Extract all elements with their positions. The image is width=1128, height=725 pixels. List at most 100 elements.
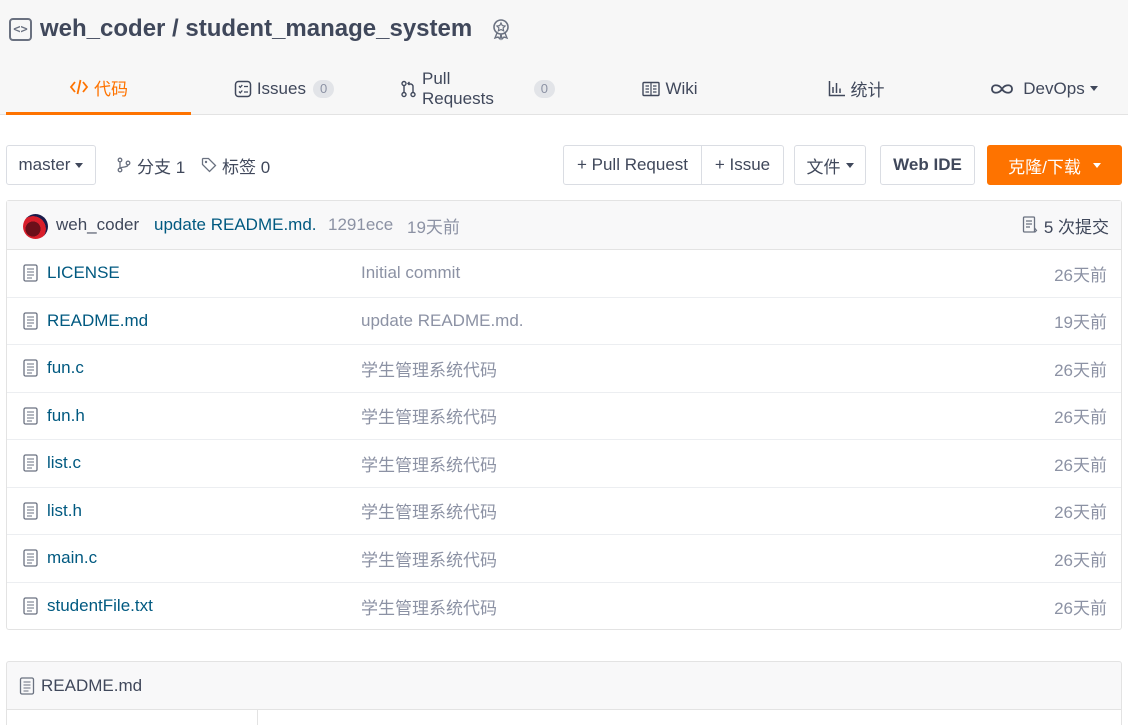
table-row: studentFile.txt 学生管理系统代码 26天前 xyxy=(7,583,1121,631)
file-icon xyxy=(23,406,38,430)
tab-issues-label: Issues xyxy=(256,78,306,98)
commit-sha-link[interactable]: 1291ece xyxy=(328,215,393,235)
file-commit-time: 26天前 xyxy=(1054,408,1107,428)
pull-request-icon xyxy=(400,80,417,98)
repo-toolbar: master 分支 1 标签 0 + Pull Request + Issue … xyxy=(0,145,1128,185)
branches-link[interactable]: 分支 1 xyxy=(116,145,185,185)
table-row: main.c 学生管理系统代码 26天前 xyxy=(7,535,1121,583)
file-commit-time: 26天前 xyxy=(1054,360,1107,380)
readme-title: README.md xyxy=(41,675,143,695)
file-menu-button[interactable]: 文件 xyxy=(794,145,866,185)
file-commit-message[interactable]: 学生管理系统代码 xyxy=(361,356,497,381)
file-icon xyxy=(23,596,38,620)
readme-divider xyxy=(257,710,258,725)
chevron-down-icon xyxy=(1089,86,1098,91)
branch-icon xyxy=(116,157,132,173)
file-commit-message[interactable]: 学生管理系统代码 xyxy=(361,451,497,476)
table-row: list.c 学生管理系统代码 26天前 xyxy=(7,440,1121,488)
tab-pull-requests-label: Pull Requests xyxy=(422,68,494,108)
table-row: list.h 学生管理系统代码 26天前 xyxy=(7,488,1121,535)
repo-name-link[interactable]: student_manage_system xyxy=(185,15,472,43)
branch-select[interactable]: master xyxy=(6,145,96,185)
table-row: fun.h 学生管理系统代码 26天前 xyxy=(7,393,1121,440)
file-name-link[interactable]: fun.h xyxy=(47,406,85,426)
file-commit-message[interactable]: 学生管理系统代码 xyxy=(361,594,497,619)
commits-history-icon xyxy=(1022,216,1038,234)
table-row: README.md update README.md. 19天前 xyxy=(7,298,1121,345)
tab-wiki[interactable]: Wiki xyxy=(640,62,700,115)
file-commit-message[interactable]: 学生管理系统代码 xyxy=(361,546,497,571)
repo-owner-link[interactable]: weh_coder xyxy=(40,15,165,43)
file-commit-message[interactable]: Initial commit xyxy=(361,263,460,283)
file-commit-time: 26天前 xyxy=(1054,265,1107,285)
tab-code[interactable]: 代码 xyxy=(6,62,191,115)
web-ide-button[interactable]: Web IDE xyxy=(880,145,975,185)
branches-label: 分支 1 xyxy=(137,157,186,177)
file-icon xyxy=(23,264,38,287)
commit-message-link[interactable]: update README.md. xyxy=(154,215,317,235)
tags-label: 标签 0 xyxy=(222,157,271,177)
file-icon xyxy=(23,359,38,382)
repo-header: <> weh_coder / student_manage_system 代码 … xyxy=(0,0,1128,115)
repository-icon: <> xyxy=(9,17,32,41)
file-name-link[interactable]: main.c xyxy=(47,548,97,568)
repo-separator: / xyxy=(165,15,186,42)
branch-select-label: master xyxy=(18,155,71,174)
file-commit-message[interactable]: update README.md. xyxy=(361,311,524,331)
chevron-down-icon xyxy=(1092,162,1101,168)
readme-header: README.md xyxy=(7,662,1121,710)
table-row: fun.c 学生管理系统代码 26天前 xyxy=(7,345,1121,393)
file-name-link[interactable]: README.md xyxy=(47,311,148,331)
file-icon xyxy=(23,311,38,335)
file-name-link[interactable]: fun.c xyxy=(47,358,84,378)
tab-issues[interactable]: Issues 0 xyxy=(234,62,335,115)
avatar[interactable] xyxy=(23,214,48,239)
pull-requests-count-badge: 0 xyxy=(533,79,555,98)
stats-icon xyxy=(828,80,846,97)
file-menu-label: 文件 xyxy=(806,157,841,177)
commits-count-label: 5 次提交 xyxy=(1043,217,1109,237)
wiki-icon xyxy=(642,81,661,97)
code-icon xyxy=(69,78,89,96)
file-name-link[interactable]: list.h xyxy=(47,501,82,521)
readme-icon xyxy=(19,676,35,695)
tab-devops[interactable]: DevOps xyxy=(988,62,1100,115)
file-commit-time: 26天前 xyxy=(1054,550,1107,570)
clone-download-button[interactable]: 克隆/下载 xyxy=(987,145,1122,185)
file-commit-message[interactable]: 学生管理系统代码 xyxy=(361,403,497,428)
file-name-link[interactable]: LICENSE xyxy=(47,263,120,283)
file-list: weh_coder update README.md. 1291ece 19天前… xyxy=(6,200,1122,630)
tab-stats-label: 统计 xyxy=(850,81,885,100)
file-commit-time: 26天前 xyxy=(1054,598,1107,618)
tab-stats[interactable]: 统计 xyxy=(825,62,887,115)
file-name-link[interactable]: studentFile.txt xyxy=(47,596,153,616)
commit-author-link[interactable]: weh_coder xyxy=(56,215,139,235)
latest-commit: weh_coder update README.md. 1291ece 19天前… xyxy=(7,201,1121,250)
file-commit-time: 19天前 xyxy=(1054,313,1107,333)
commit-time: 19天前 xyxy=(407,217,460,237)
file-commit-message[interactable]: 学生管理系统代码 xyxy=(361,498,497,523)
tag-icon xyxy=(201,157,217,173)
tab-pull-requests[interactable]: Pull Requests 0 xyxy=(400,62,555,115)
tab-devops-label: DevOps xyxy=(1023,78,1085,98)
file-icon xyxy=(23,454,38,477)
new-issue-button[interactable]: + Issue xyxy=(701,145,784,185)
gvp-badge-icon[interactable] xyxy=(488,16,514,42)
file-icon xyxy=(23,501,38,525)
tab-wiki-label: Wiki xyxy=(665,78,698,98)
new-pull-request-button[interactable]: + Pull Request xyxy=(563,145,702,185)
clone-download-label: 克隆/下载 xyxy=(1008,157,1081,177)
chevron-down-icon xyxy=(75,162,84,168)
commits-count-link[interactable]: 5 次提交 xyxy=(1022,213,1109,238)
readme-panel: README.md xyxy=(6,661,1122,725)
repo-title: <> weh_coder / student_manage_system xyxy=(9,13,514,45)
tags-link[interactable]: 标签 0 xyxy=(201,145,270,185)
repo-nav: 代码 Issues 0 Pull Requests 0 Wiki 统计 DevO… xyxy=(0,62,1128,115)
file-name-link[interactable]: list.c xyxy=(47,453,81,473)
file-icon xyxy=(23,549,38,572)
chevron-down-icon xyxy=(845,162,854,168)
file-commit-time: 26天前 xyxy=(1054,503,1107,523)
file-commit-time: 26天前 xyxy=(1054,455,1107,475)
tab-code-label: 代码 xyxy=(94,79,128,99)
readme-body xyxy=(7,710,1121,725)
